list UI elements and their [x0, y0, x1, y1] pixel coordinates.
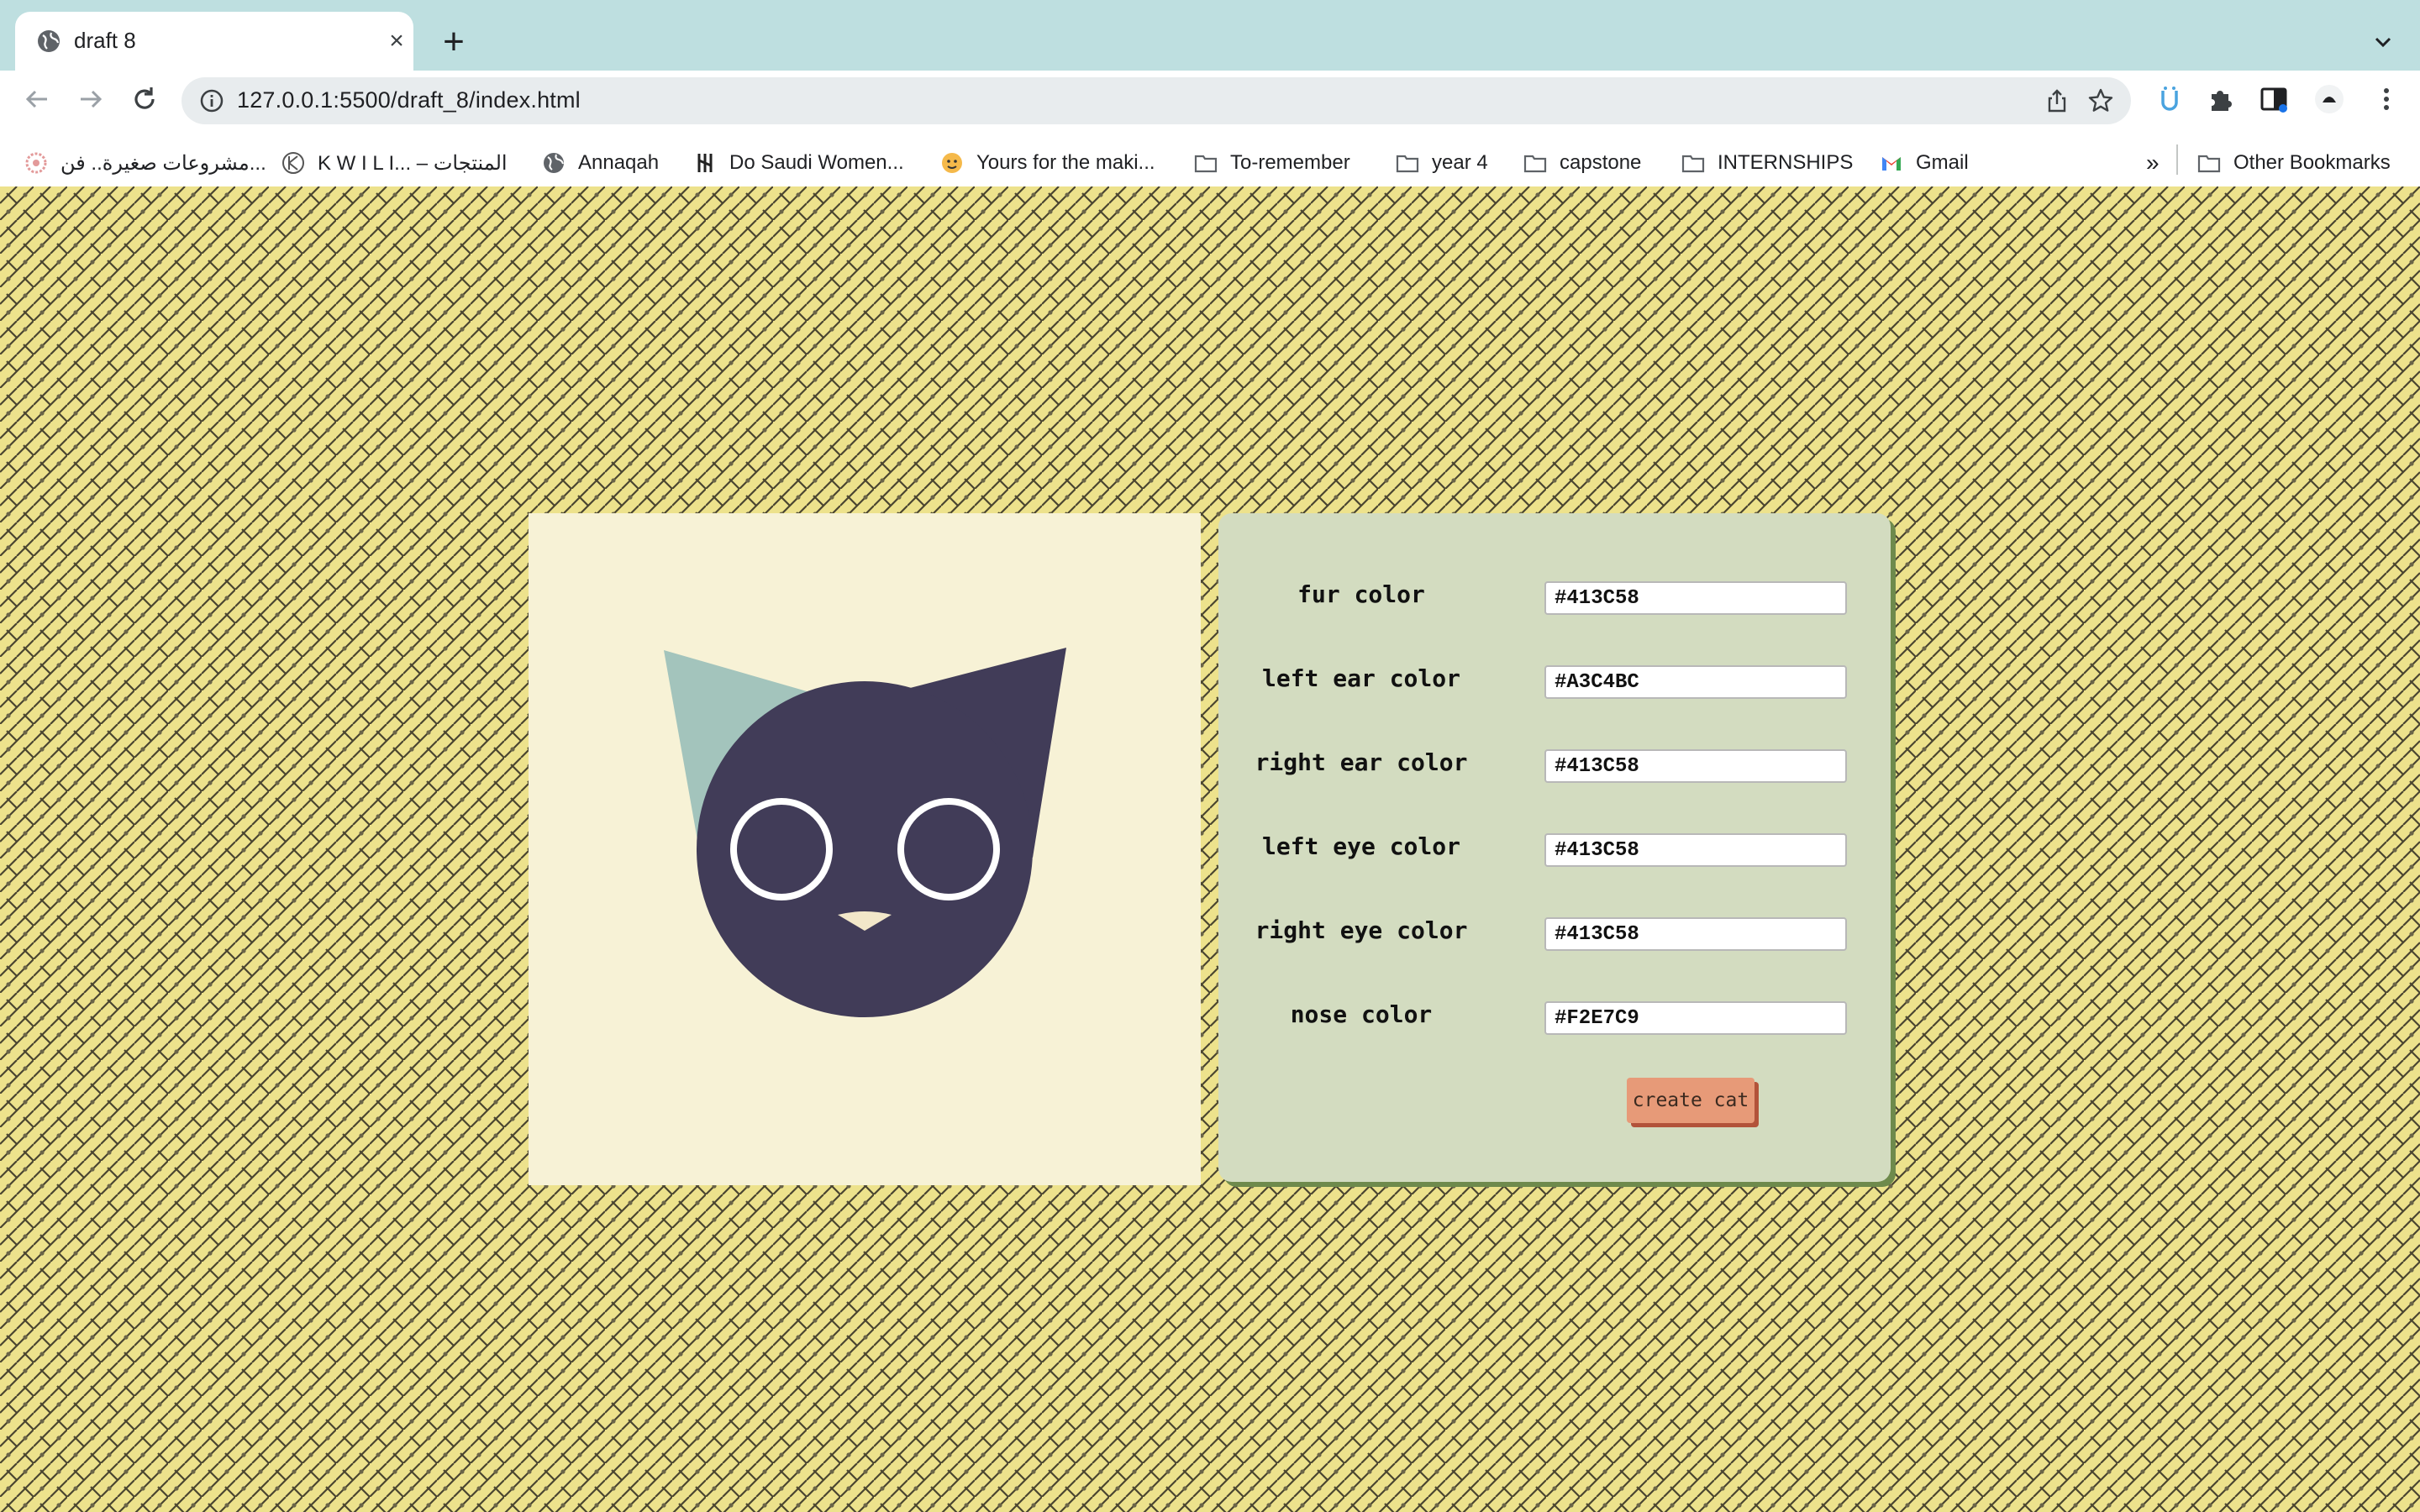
- globe-icon: [38, 30, 60, 52]
- right-ear-color-input[interactable]: [1544, 749, 1847, 783]
- close-icon[interactable]: ×: [383, 28, 410, 55]
- extension-u-icon[interactable]: [2153, 82, 2186, 116]
- puzzle-icon[interactable]: [2205, 82, 2238, 116]
- browser-tab[interactable]: draft 8 ×: [15, 12, 413, 71]
- bookmark-item[interactable]: INTERNSHIPS: [1681, 146, 1853, 180]
- bookmark-item[interactable]: Yours for the maki...: [939, 146, 1155, 180]
- tab-title: draft 8: [74, 28, 136, 53]
- bookmark-label: Gmail: [1916, 151, 1969, 174]
- globe-icon: [544, 153, 564, 173]
- bookmark-item[interactable]: Gmail: [1879, 146, 1969, 180]
- bookmark-label: مشروعات صغيرة.. فن...: [60, 151, 266, 175]
- page-content: fur color left ear color right ear color…: [0, 186, 2420, 1512]
- reload-icon[interactable]: [128, 82, 161, 116]
- left-eye-color-label: left eye color: [1261, 832, 1460, 860]
- right-eye: [897, 798, 1000, 900]
- forward-arrow-icon[interactable]: [74, 82, 108, 116]
- share-icon[interactable]: [2044, 87, 2070, 114]
- bookmark-label: capstone: [1560, 151, 1642, 174]
- tab-strip: draft 8 × +: [0, 0, 2420, 71]
- bookmark-label: Annaqah: [578, 151, 660, 174]
- bookmark-item[interactable]: مشروعات صغيرة.. فن...: [24, 146, 266, 180]
- new-tab-button[interactable]: +: [437, 24, 471, 60]
- folder-icon: [1194, 155, 1218, 173]
- other-bookmarks-folder[interactable]: Other Bookmarks: [2196, 146, 2391, 180]
- overflow-label: »: [2146, 150, 2160, 176]
- cat-form: fur color left ear color right ear color…: [1218, 513, 1891, 1182]
- kebab-menu-icon[interactable]: [2370, 82, 2403, 116]
- address-bar[interactable]: 127.0.0.1:5500/draft_8/index.html: [182, 77, 2131, 124]
- star-icon[interactable]: [2087, 87, 2114, 114]
- flower-icon: [25, 152, 47, 174]
- url-text[interactable]: 127.0.0.1:5500/draft_8/index.html: [237, 87, 581, 113]
- bookmarks-overflow-button[interactable]: »: [2146, 146, 2160, 180]
- bookmarks-divider: [2176, 144, 2178, 175]
- background-pattern: [0, 186, 2420, 1512]
- bookmark-item[interactable]: Annaqah: [541, 146, 659, 180]
- left-ear-color-input[interactable]: [1544, 665, 1847, 699]
- fur-color-input[interactable]: [1544, 581, 1847, 615]
- left-eye: [730, 798, 833, 900]
- info-icon[interactable]: [198, 87, 225, 114]
- nose-color-input[interactable]: [1544, 1001, 1847, 1035]
- bookmark-item[interactable]: year 4: [1395, 146, 1488, 180]
- right-ear-color-label: right ear color: [1255, 748, 1468, 776]
- left-ear-color-label: left ear color: [1261, 664, 1460, 692]
- bookmark-label: Other Bookmarks: [2233, 151, 2391, 174]
- bookmark-label: INTERNSHIPS: [1718, 151, 1854, 174]
- folder-icon: [1523, 155, 1547, 173]
- right-eye-color-input[interactable]: [1544, 917, 1847, 951]
- right-eye-color-label: right eye color: [1255, 916, 1468, 944]
- back-arrow-icon[interactable]: [20, 82, 54, 116]
- bookmark-label: Do Saudi Women...: [729, 151, 904, 174]
- folder-icon: [1396, 155, 1419, 173]
- bookmarks-bar: مشروعات صغيرة.. فن... K W I L I... – الم…: [0, 139, 2420, 186]
- bookmark-label: year 4: [1432, 151, 1488, 174]
- cat-preview-card: [529, 513, 1201, 1185]
- bookmark-item[interactable]: Do Saudi Women...: [692, 146, 904, 180]
- left-eye-color-input[interactable]: [1544, 833, 1847, 867]
- profile-avatar-icon[interactable]: [2312, 82, 2346, 116]
- folder-icon: [1681, 155, 1705, 173]
- create-cat-button[interactable]: create cat: [1627, 1078, 1754, 1123]
- bookmark-item[interactable]: capstone: [1523, 146, 1641, 180]
- bookmark-item[interactable]: To-remember: [1193, 146, 1350, 180]
- bookmark-item[interactable]: K W I L I... – المنتجات: [281, 146, 508, 180]
- folder-icon: [2197, 155, 2221, 173]
- fur-color-label: fur color: [1297, 580, 1425, 608]
- emoji-icon: [942, 153, 962, 173]
- cat-illustration: [664, 648, 1066, 1017]
- chevron-down-icon[interactable]: [2368, 27, 2398, 57]
- kwili-logo-icon: [282, 152, 304, 174]
- nose-color-label: nose color: [1290, 1000, 1433, 1028]
- bookmark-label: K W I L I... – المنتجات: [318, 151, 508, 175]
- women-icon: [697, 154, 713, 172]
- gmail-icon: [1882, 157, 1901, 171]
- bookmark-label: Yours for the maki...: [976, 151, 1155, 174]
- bookmark-label: To-remember: [1230, 151, 1350, 174]
- sidepanel-icon[interactable]: [2257, 82, 2291, 116]
